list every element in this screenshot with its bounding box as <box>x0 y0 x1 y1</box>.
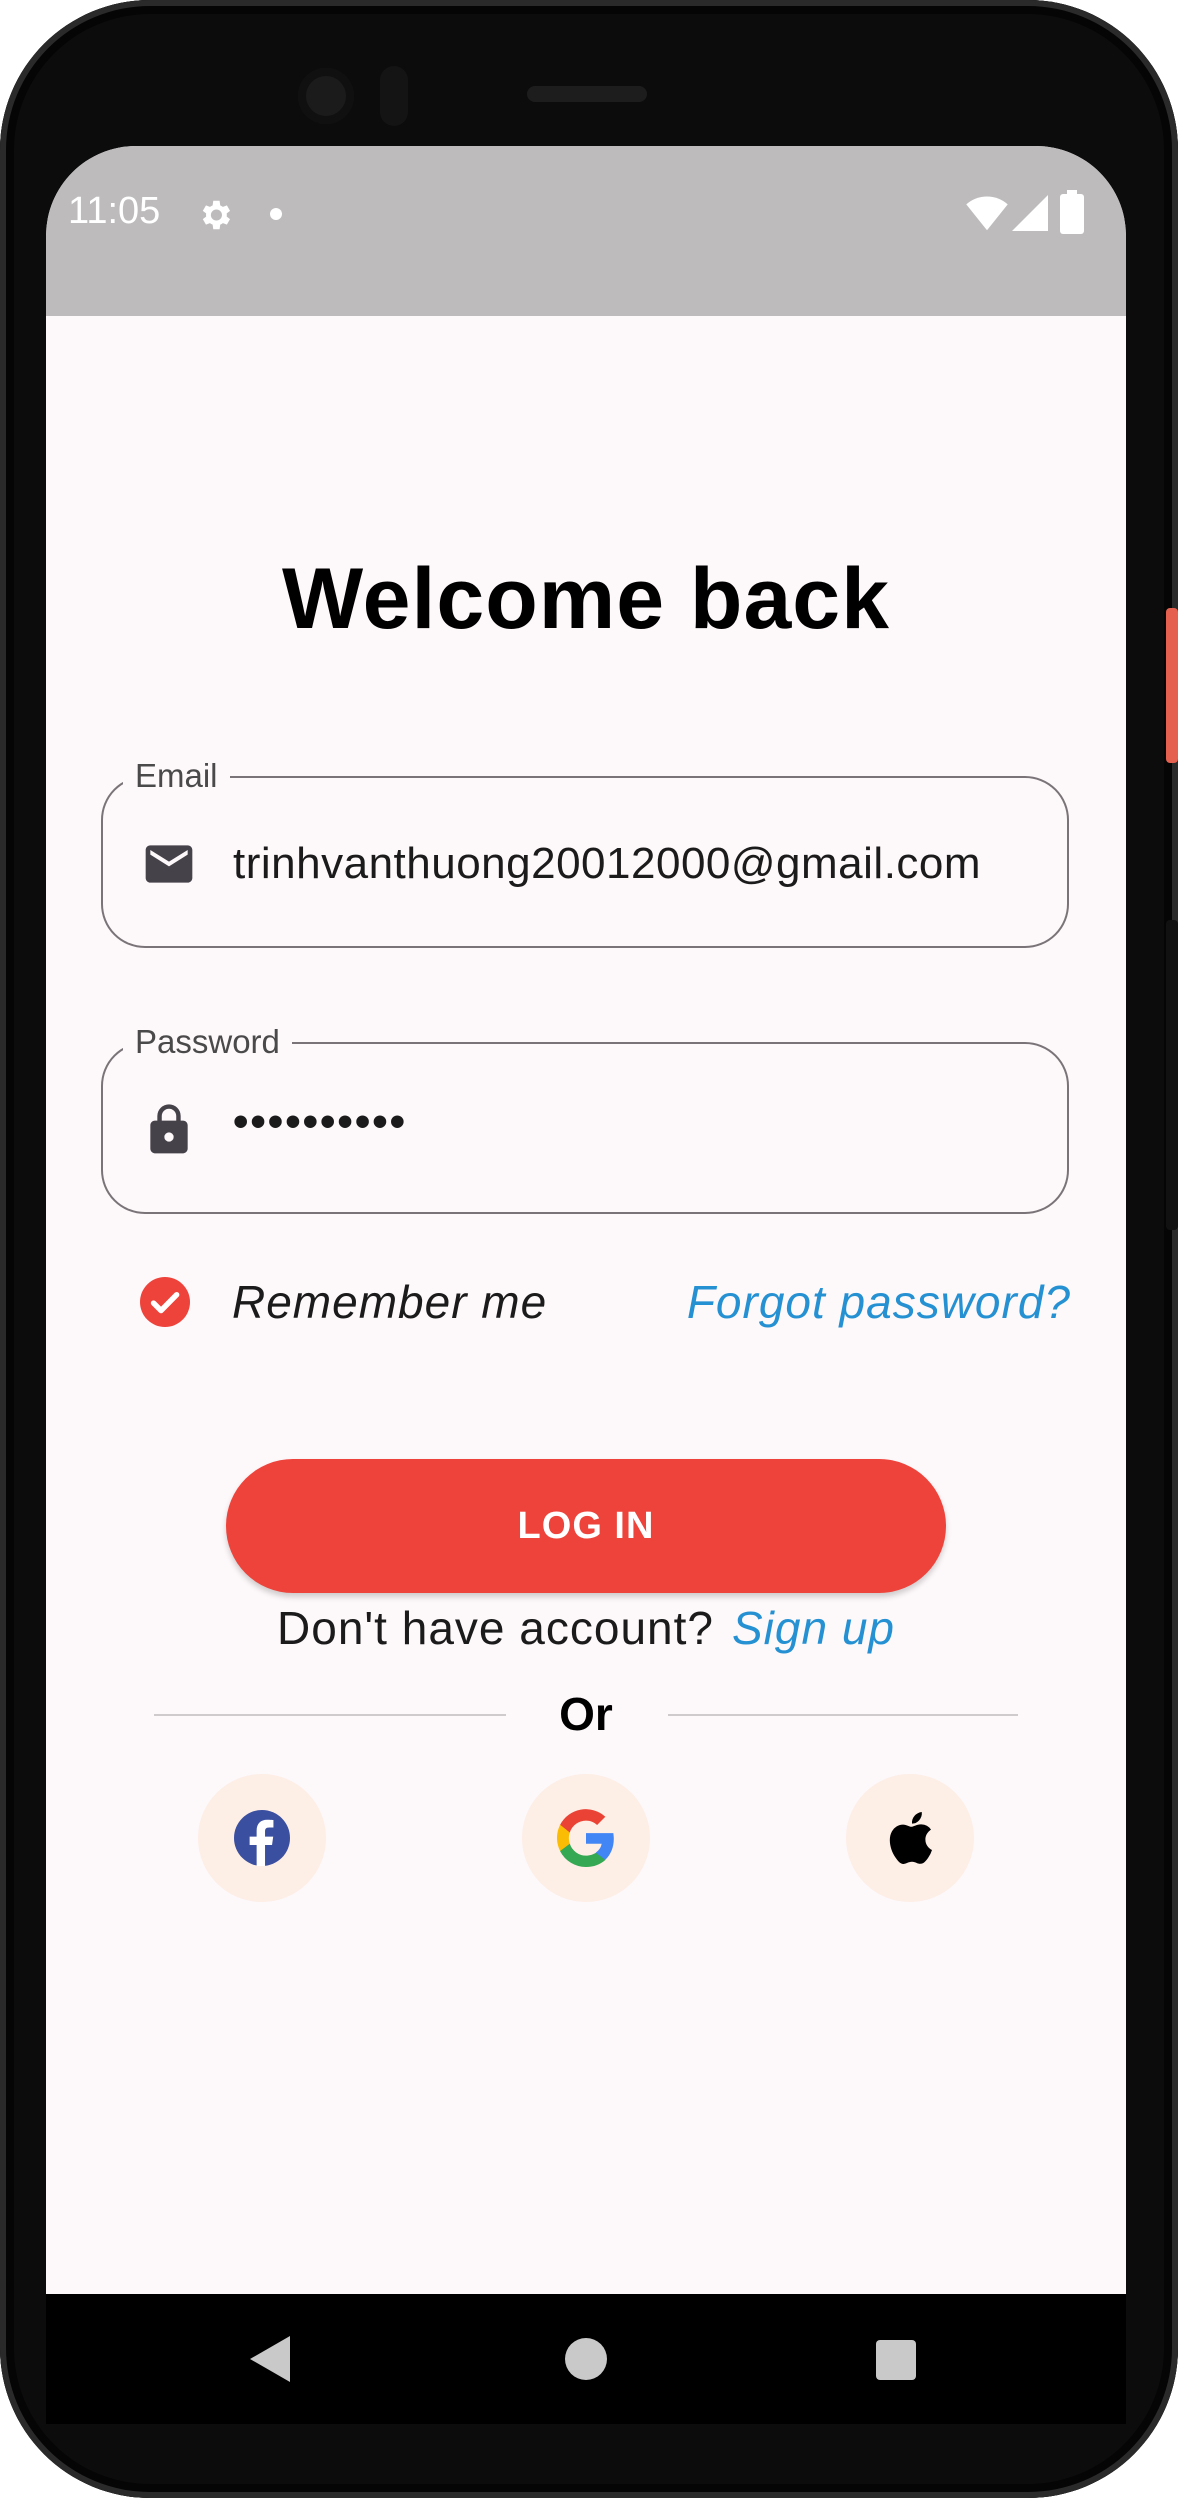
divider-or-text: Or <box>559 1688 613 1740</box>
remember-me-checkbox[interactable] <box>140 1277 190 1327</box>
password-value: •••••••••• <box>233 1097 408 1146</box>
remember-me-label[interactable]: Remember me <box>232 1274 547 1330</box>
google-login-button[interactable] <box>522 1774 650 1902</box>
status-time: 11:05 <box>68 190 161 232</box>
home-icon[interactable] <box>565 2338 607 2380</box>
settings-icon <box>202 200 231 230</box>
sign-up-link[interactable]: Sign up <box>732 1602 895 1654</box>
wifi-icon <box>966 196 1008 231</box>
facebook-login-button[interactable] <box>198 1774 326 1902</box>
navigation-bar <box>46 2294 1126 2424</box>
notification-dot-icon <box>270 208 282 220</box>
email-field[interactable]: Email trinhvanthuong20012000@gmail.com <box>101 756 1069 948</box>
signup-row: Don't have account? Sign up <box>46 1596 1126 1660</box>
battery-icon <box>1060 190 1084 234</box>
password-label: Password <box>123 1022 292 1062</box>
forgot-password-link[interactable]: Forgot password? <box>687 1274 1071 1330</box>
email-label: Email <box>123 756 230 796</box>
power-button <box>1166 608 1178 763</box>
facebook-icon <box>234 1810 290 1866</box>
front-camera <box>298 68 354 124</box>
status-bar: 11:05 <box>46 146 1126 316</box>
google-icon <box>557 1809 614 1867</box>
apple-icon <box>889 1812 932 1864</box>
back-icon[interactable] <box>250 2336 290 2382</box>
volume-button <box>1166 920 1178 1230</box>
password-field[interactable]: Password •••••••••• <box>101 1022 1069 1214</box>
page-title: Welcome back <box>282 551 890 647</box>
signal-icon <box>1012 195 1048 231</box>
lock-icon <box>150 1104 188 1154</box>
apple-login-button[interactable] <box>846 1774 974 1902</box>
no-account-text: Don't have account? <box>277 1602 714 1654</box>
phone-frame: 11:05 Welcome back Email trinhvanthuong2… <box>0 0 1178 2498</box>
screen: 11:05 Welcome back Email trinhvanthuong2… <box>46 146 1126 2424</box>
earpiece-speaker <box>527 86 647 102</box>
mail-icon <box>145 845 193 883</box>
login-button[interactable]: LOG IN <box>226 1459 946 1593</box>
email-value: trinhvanthuong20012000@gmail.com <box>233 839 982 888</box>
recents-icon[interactable] <box>876 2340 916 2380</box>
proximity-sensor <box>380 66 408 126</box>
